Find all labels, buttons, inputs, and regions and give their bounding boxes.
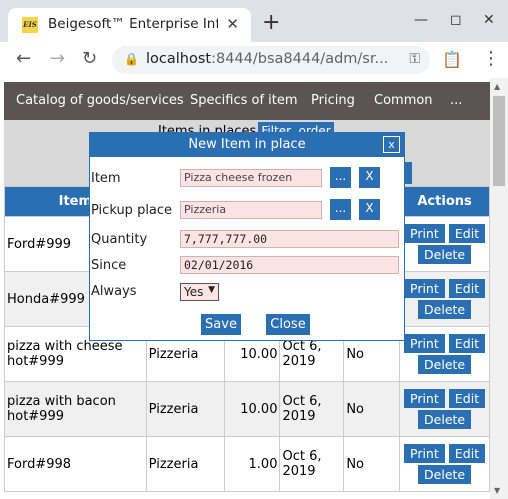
address-bar[interactable]: 🔒 localhost:8444/bsa8444/adm/sr... ⚿ xyxy=(112,46,430,74)
minimize-icon[interactable]: — xyxy=(414,12,428,28)
print-button[interactable]: Print xyxy=(404,389,445,408)
pickup-clear-button[interactable]: X xyxy=(359,199,380,220)
cell-place: Pizzeria xyxy=(145,436,225,492)
new-item-dialog: New Item in place x Item Pizza cheese fr… xyxy=(89,132,405,341)
print-button[interactable]: Print xyxy=(404,334,445,353)
cell-place: Pizzeria xyxy=(145,381,225,437)
close-button[interactable]: Close xyxy=(266,314,310,335)
menu-icon[interactable]: ⋮ xyxy=(482,48,500,69)
nav-item-specifics[interactable]: Specifics of item xyxy=(190,93,298,108)
cell-item: Ford#998 xyxy=(4,436,147,492)
edit-button[interactable]: Edit xyxy=(448,334,486,353)
cell-always: No xyxy=(343,381,401,437)
new-tab-icon[interactable]: + xyxy=(262,12,280,34)
edit-button[interactable]: Edit xyxy=(448,224,486,243)
delete-button[interactable]: Delete xyxy=(418,300,472,319)
delete-button[interactable]: Delete xyxy=(418,355,472,374)
quantity-field[interactable]: 7,777,777.00 xyxy=(180,230,399,248)
since-label: Since xyxy=(91,258,127,273)
cell-qty: 10.00 xyxy=(223,381,281,437)
table-row: Ford#998 Pizzeria 1.00 Oct 6, 2019 No Pr… xyxy=(4,436,490,492)
tab-title: Beigesoft™ Enterprise Info xyxy=(48,16,218,32)
page-scrollbar[interactable]: ▲ ▼ xyxy=(490,78,508,499)
scroll-up-icon[interactable]: ▲ xyxy=(494,82,500,91)
edit-button[interactable]: Edit xyxy=(448,389,486,408)
print-button[interactable]: Print xyxy=(404,279,445,298)
item-field[interactable]: Pizza cheese frozen xyxy=(180,169,322,187)
item-clear-button[interactable]: X xyxy=(359,167,380,188)
nav-item-more[interactable]: ... xyxy=(450,93,462,108)
back-icon[interactable]: ← xyxy=(16,48,31,69)
cell-since: Oct 6, 2019 xyxy=(279,436,345,492)
reload-icon[interactable]: ↻ xyxy=(82,48,97,69)
delete-button[interactable]: Delete xyxy=(418,245,472,264)
header-actions: Actions xyxy=(399,186,490,217)
url-text: localhost:8444/bsa8444/adm/sr... xyxy=(146,51,389,67)
always-select-value: Yes xyxy=(184,285,204,299)
save-button[interactable]: Save xyxy=(201,314,241,335)
scroll-down-icon[interactable]: ▼ xyxy=(494,486,500,495)
forward-icon[interactable]: → xyxy=(50,48,65,69)
favicon-icon: EIS xyxy=(22,17,38,33)
since-field[interactable]: 02/01/2016 xyxy=(180,256,399,274)
browser-chrome: EIS Beigesoft™ Enterprise Info ✕ + — ◻ ✕… xyxy=(0,0,508,78)
dialog-title-text: New Item in place xyxy=(188,137,306,152)
nav-item-catalog[interactable]: Catalog of goods/services xyxy=(16,93,184,108)
browser-toolbar: ← → ↻ 🔒 localhost:8444/bsa8444/adm/sr...… xyxy=(0,42,508,78)
cell-qty: 1.00 xyxy=(223,436,281,492)
tab-close-icon[interactable]: ✕ xyxy=(226,15,239,33)
app-nav: Catalog of goods/services Specifics of i… xyxy=(4,82,490,120)
dialog-title: New Item in place xyxy=(90,133,404,157)
nav-item-pricing[interactable]: Pricing xyxy=(311,93,355,108)
browser-tab[interactable]: EIS Beigesoft™ Enterprise Info ✕ xyxy=(8,8,251,42)
edit-button[interactable]: Edit xyxy=(448,444,486,463)
dialog-close-button[interactable]: x xyxy=(383,136,400,153)
edit-button[interactable]: Edit xyxy=(448,279,486,298)
chevron-down-icon: ▼ xyxy=(208,285,215,295)
cell-actions: Print Edit Delete xyxy=(399,216,490,272)
maximize-icon[interactable]: ◻ xyxy=(450,12,462,28)
delete-button[interactable]: Delete xyxy=(418,465,472,484)
always-select[interactable]: Yes ▼ xyxy=(180,283,219,301)
table-row: pizza with bacon hot#999 Pizzeria 10.00 … xyxy=(4,381,490,437)
cell-always: No xyxy=(343,436,401,492)
window-close-icon[interactable]: ✕ xyxy=(483,12,495,28)
nav-item-common[interactable]: Common xyxy=(374,93,433,108)
delete-button[interactable]: Delete xyxy=(418,410,472,429)
cell-actions: Print Edit Delete xyxy=(399,271,490,327)
pickup-field[interactable]: Pizzeria xyxy=(180,201,322,219)
key-icon[interactable]: ⚿ xyxy=(409,51,420,67)
cell-since: Oct 6, 2019 xyxy=(279,381,345,437)
scrollbar-thumb[interactable] xyxy=(493,96,505,186)
quantity-label: Quantity xyxy=(91,232,148,247)
item-label: Item xyxy=(91,171,121,186)
print-button[interactable]: Print xyxy=(404,444,445,463)
cell-actions: Print Edit Delete xyxy=(399,326,490,382)
page: Catalog of goods/services Specifics of i… xyxy=(0,78,508,499)
print-button[interactable]: Print xyxy=(404,224,445,243)
always-label: Always xyxy=(91,284,137,299)
cell-item: pizza with bacon hot#999 xyxy=(4,381,147,437)
pickup-select-button[interactable]: ... xyxy=(330,199,351,220)
cell-actions: Print Edit Delete xyxy=(399,436,490,492)
lock-icon: 🔒 xyxy=(124,52,139,66)
cell-actions: Print Edit Delete xyxy=(399,381,490,437)
clipboard-icon[interactable]: 📋 xyxy=(442,50,462,69)
pickup-label: Pickup place xyxy=(91,203,173,218)
item-select-button[interactable]: ... xyxy=(330,167,351,188)
